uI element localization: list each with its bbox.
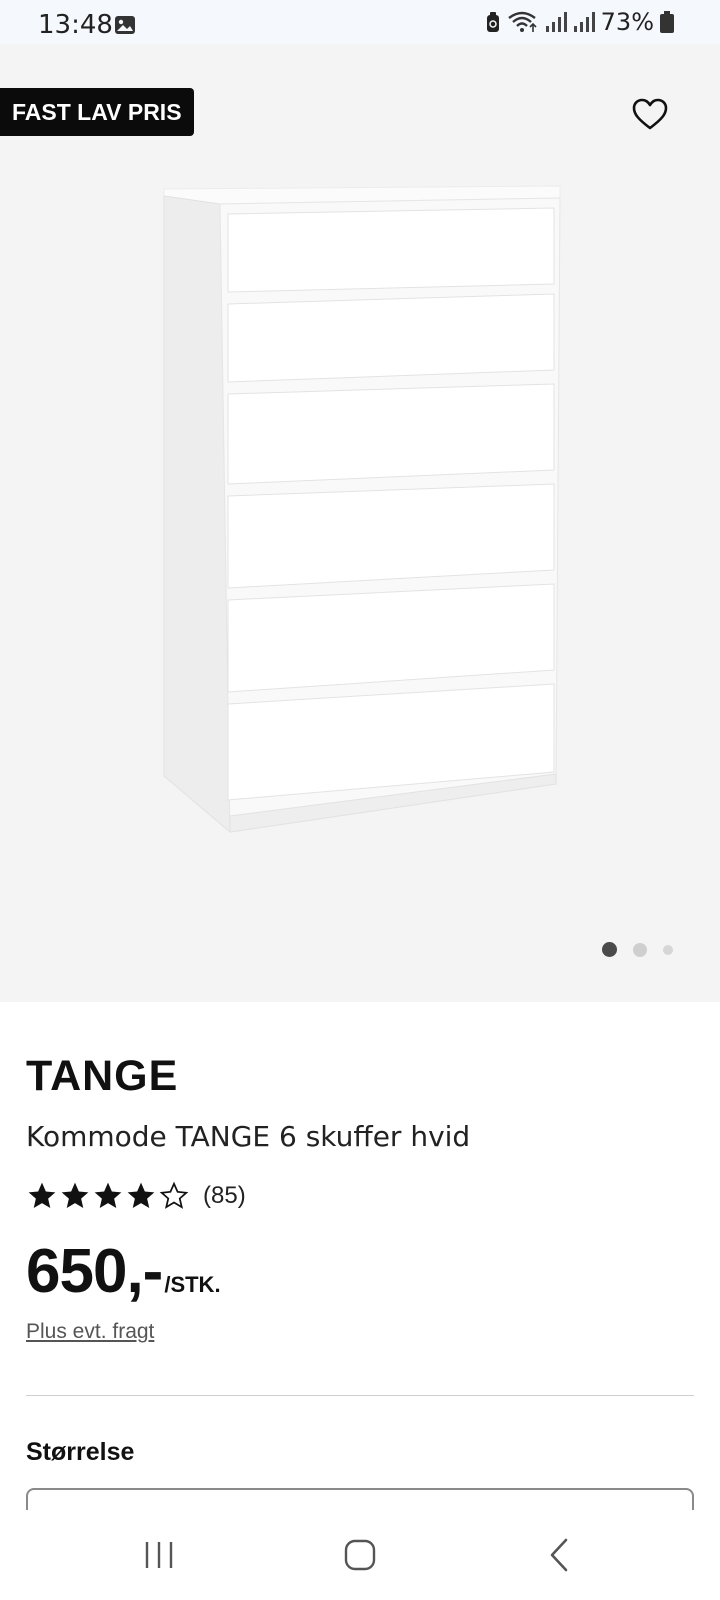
price-badge: FAST LAV PRIS <box>0 88 194 136</box>
product-image-carousel[interactable]: FAST LAV PRIS <box>0 44 720 1002</box>
star-filled-icon <box>61 1182 89 1208</box>
status-icons: 73% <box>485 8 674 36</box>
recycle-icon <box>486 12 499 32</box>
carousel-dot[interactable] <box>663 944 673 955</box>
product-brand: TANGE <box>26 1052 179 1100</box>
freight-link[interactable]: Plus evt. fragt <box>26 1320 154 1344</box>
review-count[interactable]: (85) <box>203 1182 246 1210</box>
star-filled-icon <box>127 1182 155 1208</box>
price-unit: /STK. <box>164 1272 221 1297</box>
price: 650,- <box>26 1237 163 1306</box>
rating-stars[interactable]: (85) <box>26 1180 246 1212</box>
status-time: 13:48 <box>38 10 113 40</box>
back-icon[interactable] <box>535 1530 585 1580</box>
carousel-dot[interactable] <box>633 942 647 957</box>
gallery-icon <box>115 16 135 34</box>
star-filled-icon <box>94 1182 122 1208</box>
battery-percentage: 73% <box>600 8 654 36</box>
product-photo <box>163 185 561 834</box>
star-outline-icon <box>159 1181 189 1209</box>
signal-icon <box>545 12 567 32</box>
star-filled-icon <box>28 1182 56 1208</box>
product-name: Kommode TANGE 6 skuffer hvid <box>26 1120 471 1153</box>
size-label: Størrelse <box>26 1438 135 1466</box>
signal-icon <box>573 12 595 32</box>
carousel-dot-active[interactable] <box>602 942 617 957</box>
system-nav-bar <box>0 1510 720 1600</box>
divider <box>26 1395 694 1396</box>
wifi-icon <box>507 11 537 32</box>
heart-outline-icon[interactable] <box>628 92 672 136</box>
status-bar: 13:48 73% <box>0 0 720 44</box>
carousel-indicator <box>602 942 673 957</box>
recent-apps-icon[interactable] <box>134 1530 184 1580</box>
price-row: 650,- /STK. <box>26 1236 221 1307</box>
battery-icon <box>660 11 674 33</box>
home-icon[interactable] <box>335 1530 385 1580</box>
